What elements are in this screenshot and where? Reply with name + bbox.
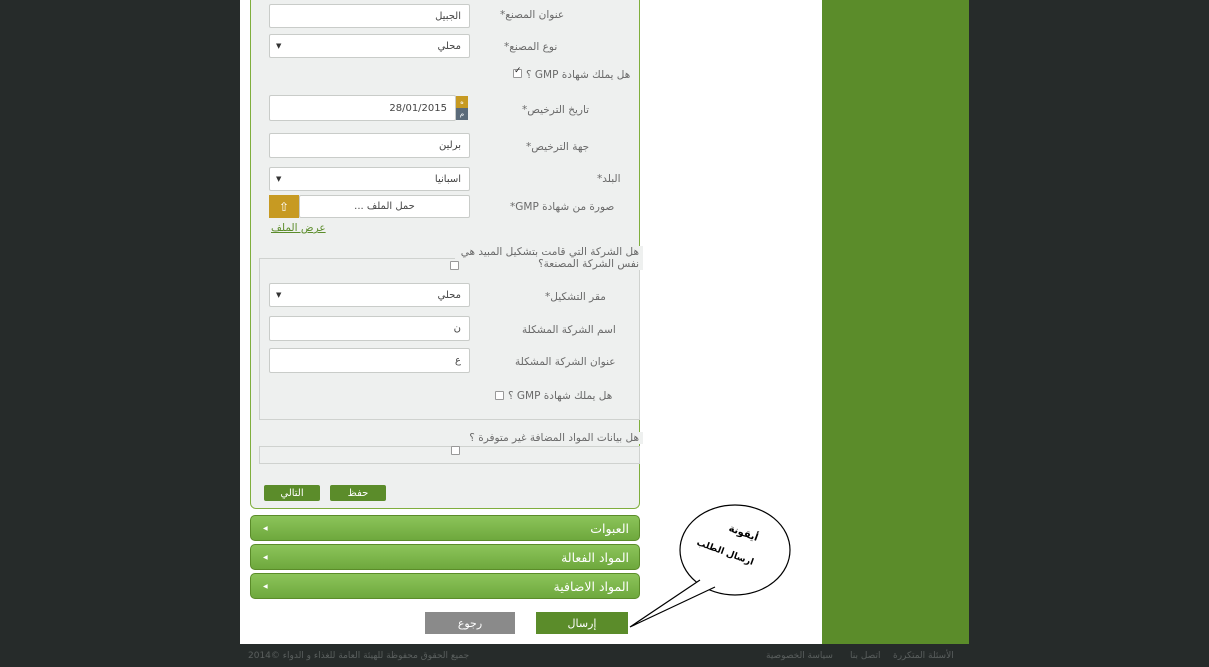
- formulating-company-name-label: اسم الشركة المشكلة: [522, 324, 616, 336]
- factory-type-label: نوع المصنع*: [504, 41, 558, 53]
- accordion-active-ingredients[interactable]: المواد الفعالة ◀: [250, 544, 640, 570]
- factory-type-value: محلي: [437, 40, 461, 52]
- chevron-down-icon: ▼: [276, 291, 282, 299]
- gmp-question-label: هل يملك شهادة GMP ؟: [526, 69, 631, 81]
- same-company-checkbox[interactable]: [450, 261, 459, 270]
- country-label: البلد*: [597, 173, 621, 185]
- country-select[interactable]: اسبانيا ▼: [269, 167, 470, 191]
- gmp-image-file-input[interactable]: حمل الملف ...: [299, 195, 470, 218]
- triangle-left-icon: ◀: [263, 553, 268, 561]
- calendar-icon[interactable]: ه م: [456, 96, 468, 120]
- formulation-place-select[interactable]: محلي ▼: [269, 283, 470, 307]
- callout-ellipse: [679, 504, 791, 596]
- chevron-down-icon: ▼: [276, 42, 282, 50]
- additives-unavailable-label: هل بيانات المواد المضافة غير متوفرة ؟: [465, 432, 643, 444]
- formulating-company-name-input[interactable]: ن: [269, 316, 470, 341]
- accordion-additives[interactable]: المواد الاضافية ◀: [250, 573, 640, 599]
- factory-type-select[interactable]: محلي ▼: [269, 34, 470, 58]
- callout-pointer: [629, 579, 716, 628]
- save-button[interactable]: حفظ: [330, 485, 386, 501]
- same-company-label: هل الشركة التي قامت بتشكيل المبيد هي نفس…: [455, 246, 643, 270]
- additives-unavailable-checkbox[interactable]: [451, 446, 460, 455]
- footer-link-contact[interactable]: اتصل بنا: [850, 651, 880, 661]
- license-date-label: تاريخ الترخيص*: [522, 104, 590, 116]
- formulating-company-address-label: عنوان الشركة المشكلة: [515, 356, 616, 368]
- country-value: اسبانيا: [434, 173, 461, 185]
- gregorian-calendar-icon: م: [456, 108, 468, 120]
- submit-button[interactable]: إرسال: [536, 612, 628, 634]
- accordion-additives-label: المواد الاضافية: [553, 578, 629, 594]
- license-authority-input[interactable]: برلين: [269, 133, 470, 158]
- factory-address-input[interactable]: الجبيل: [269, 4, 470, 28]
- hijri-calendar-icon: ه: [456, 96, 468, 108]
- back-button[interactable]: رجوع: [425, 612, 515, 634]
- footer-copyright: جميع الحقوق محفوظة للهيئة العامة للغذاء …: [248, 651, 470, 661]
- triangle-left-icon: ◀: [263, 582, 268, 590]
- upload-icon[interactable]: ⇧: [269, 195, 299, 218]
- next-button[interactable]: التالي: [264, 485, 320, 501]
- license-authority-label: جهة الترخيص*: [526, 141, 590, 153]
- callout-speech-bubble: [629, 504, 791, 628]
- side-green-strip: [822, 0, 969, 644]
- additives-fieldset: [259, 446, 640, 464]
- license-date-value: 28/01/2015: [389, 102, 447, 114]
- view-file-link[interactable]: عرض الملف: [271, 222, 326, 234]
- formulating-company-address-input[interactable]: ع: [269, 348, 470, 373]
- formulation-place-value: محلي: [437, 289, 461, 301]
- gmp-image-label: صورة من شهادة GMP*: [510, 201, 615, 213]
- accordion-active-ingredients-label: المواد الفعالة: [561, 549, 629, 565]
- license-date-input[interactable]: 28/01/2015: [269, 95, 456, 121]
- formulator-gmp-label: هل يملك شهادة GMP ؟: [508, 390, 613, 402]
- triangle-left-icon: ◀: [263, 524, 268, 532]
- chevron-down-icon: ▼: [276, 175, 282, 183]
- accordion-packages[interactable]: العبوات ◀: [250, 515, 640, 541]
- gmp-checkbox[interactable]: [513, 66, 522, 78]
- footer-link-privacy[interactable]: سياسة الخصوصية: [766, 651, 833, 661]
- formulator-gmp-checkbox[interactable]: [495, 391, 504, 400]
- formulation-place-label: مقر التشكيل*: [545, 291, 606, 303]
- factory-address-label: عنوان المصنع*: [500, 9, 565, 21]
- footer-link-faq[interactable]: الأسئلة المتكررة: [893, 651, 954, 661]
